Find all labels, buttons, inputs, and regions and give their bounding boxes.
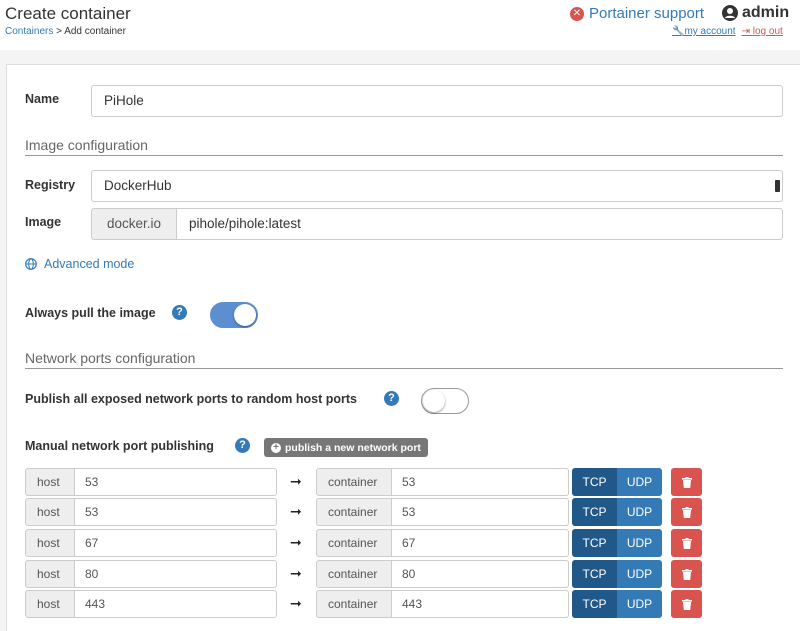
name-label: Name (25, 92, 60, 106)
log-out-label: log out (752, 26, 783, 37)
host-addon: host (25, 498, 75, 526)
image-section-divider (25, 155, 783, 156)
udp-button[interactable]: UDP (617, 590, 662, 618)
advanced-mode-link[interactable]: Advanced mode (25, 257, 134, 271)
container-addon: container (316, 529, 392, 557)
remove-port-button[interactable] (671, 498, 702, 526)
publish-all-toggle[interactable] (421, 388, 469, 414)
trash-icon (681, 506, 692, 518)
always-pull-label: Always pull the image (25, 306, 156, 320)
container-port-input[interactable]: 443 (392, 590, 569, 618)
image-configuration-title: Image configuration (25, 137, 148, 153)
port-mapping-row: host 80 ➞ container 80 TCP UDP (25, 560, 705, 588)
trash-icon (681, 568, 692, 580)
always-pull-toggle[interactable] (210, 302, 258, 328)
my-account-link[interactable]: 🔧my account (672, 26, 736, 37)
port-mapping-row: host 53 ➞ container 53 TCP UDP (25, 468, 705, 496)
long-arrow-right-icon: ➞ (290, 595, 302, 611)
remove-port-button[interactable] (671, 529, 702, 557)
host-addon: host (25, 560, 75, 588)
publish-all-label: Publish all exposed network ports to ran… (25, 392, 357, 406)
host-addon: host (25, 529, 75, 557)
question-circle-icon[interactable]: ? (172, 305, 187, 320)
udp-button[interactable]: UDP (617, 468, 662, 496)
container-port-input[interactable]: 53 (392, 468, 569, 496)
long-arrow-right-icon: ➞ (290, 565, 302, 581)
publish-new-port-button[interactable]: + publish a new network port (264, 438, 428, 457)
registry-selected-value: DockerHub (104, 178, 172, 193)
container-addon: container (316, 590, 392, 618)
image-label: Image (25, 215, 62, 229)
container-addon: container (316, 560, 392, 588)
host-port-input[interactable]: 67 (75, 529, 277, 557)
long-arrow-right-icon: ➞ (290, 503, 302, 519)
tcp-button[interactable]: TCP (572, 590, 617, 618)
udp-button[interactable]: UDP (617, 529, 662, 557)
long-arrow-right-icon: ➞ (290, 473, 302, 489)
user-menu: admin (722, 4, 789, 22)
long-arrow-right-icon: ➞ (290, 534, 302, 550)
container-addon: container (316, 498, 392, 526)
tcp-button[interactable]: TCP (572, 498, 617, 526)
page-header: Create container Containers > Add contai… (0, 0, 800, 50)
plus-circle-icon: + (271, 442, 281, 453)
question-circle-icon[interactable]: ? (235, 438, 250, 453)
host-port-input[interactable]: 53 (75, 468, 277, 496)
portainer-support-link[interactable]: ✕ Portainer support (570, 5, 704, 22)
udp-button[interactable]: UDP (617, 498, 662, 526)
image-input[interactable]: pihole/pihole:latest (176, 208, 783, 240)
account-links: 🔧my account ⇥ log out (672, 26, 783, 37)
my-account-label: my account (684, 26, 736, 37)
tcp-button[interactable]: TCP (572, 468, 617, 496)
times-circle-icon: ✕ (570, 6, 584, 21)
globe-icon (25, 258, 37, 270)
container-port-input[interactable]: 67 (392, 529, 569, 557)
trash-icon (681, 476, 692, 488)
wrench-icon: 🔧 (672, 26, 685, 37)
sign-out-icon: ⇥ (741, 26, 750, 37)
registry-label: Registry (25, 178, 76, 192)
network-ports-title: Network ports configuration (25, 350, 196, 366)
registry-select[interactable]: DockerHub (91, 170, 783, 202)
advanced-mode-label: Advanced mode (44, 257, 135, 271)
tcp-button[interactable]: TCP (572, 529, 617, 557)
remove-port-button[interactable] (671, 468, 702, 496)
user-circle-icon (722, 5, 738, 21)
image-registry-prefix: docker.io (91, 208, 177, 240)
remove-port-button[interactable] (671, 560, 702, 588)
container-port-input[interactable]: 80 (392, 560, 569, 588)
breadcrumb: Containers > Add container (5, 26, 126, 37)
container-addon: container (316, 468, 392, 496)
toggle-knob (234, 304, 256, 326)
support-label: Portainer support (589, 5, 705, 22)
name-input[interactable]: PiHole (91, 85, 783, 117)
host-port-input[interactable]: 443 (75, 590, 277, 618)
remove-port-button[interactable] (671, 590, 702, 618)
breadcrumb-containers-link[interactable]: Containers (5, 26, 53, 37)
page-title: Create container (5, 4, 131, 23)
publish-new-port-label: publish a new network port (285, 441, 421, 454)
trash-icon (681, 537, 692, 549)
host-addon: host (25, 590, 75, 618)
log-out-link[interactable]: ⇥ log out (742, 26, 783, 37)
host-addon: host (25, 468, 75, 496)
port-mapping-row: host 67 ➞ container 67 TCP UDP (25, 529, 705, 557)
trash-icon (681, 598, 692, 610)
breadcrumb-current: > Add container (53, 26, 126, 37)
port-mapping-row: host 53 ➞ container 53 TCP UDP (25, 498, 705, 526)
manual-publish-label: Manual network port publishing (25, 439, 214, 453)
host-port-input[interactable]: 53 (75, 498, 277, 526)
udp-button[interactable]: UDP (617, 560, 662, 588)
port-mapping-row: host 443 ➞ container 443 TCP UDP (25, 590, 705, 618)
toggle-knob (423, 390, 445, 412)
network-section-divider (25, 368, 783, 369)
question-circle-icon[interactable]: ? (384, 391, 399, 406)
tcp-button[interactable]: TCP (572, 560, 617, 588)
select-caret-icon (775, 180, 780, 192)
host-port-input[interactable]: 80 (75, 560, 277, 588)
user-name: admin (742, 4, 790, 21)
container-port-input[interactable]: 53 (392, 498, 569, 526)
